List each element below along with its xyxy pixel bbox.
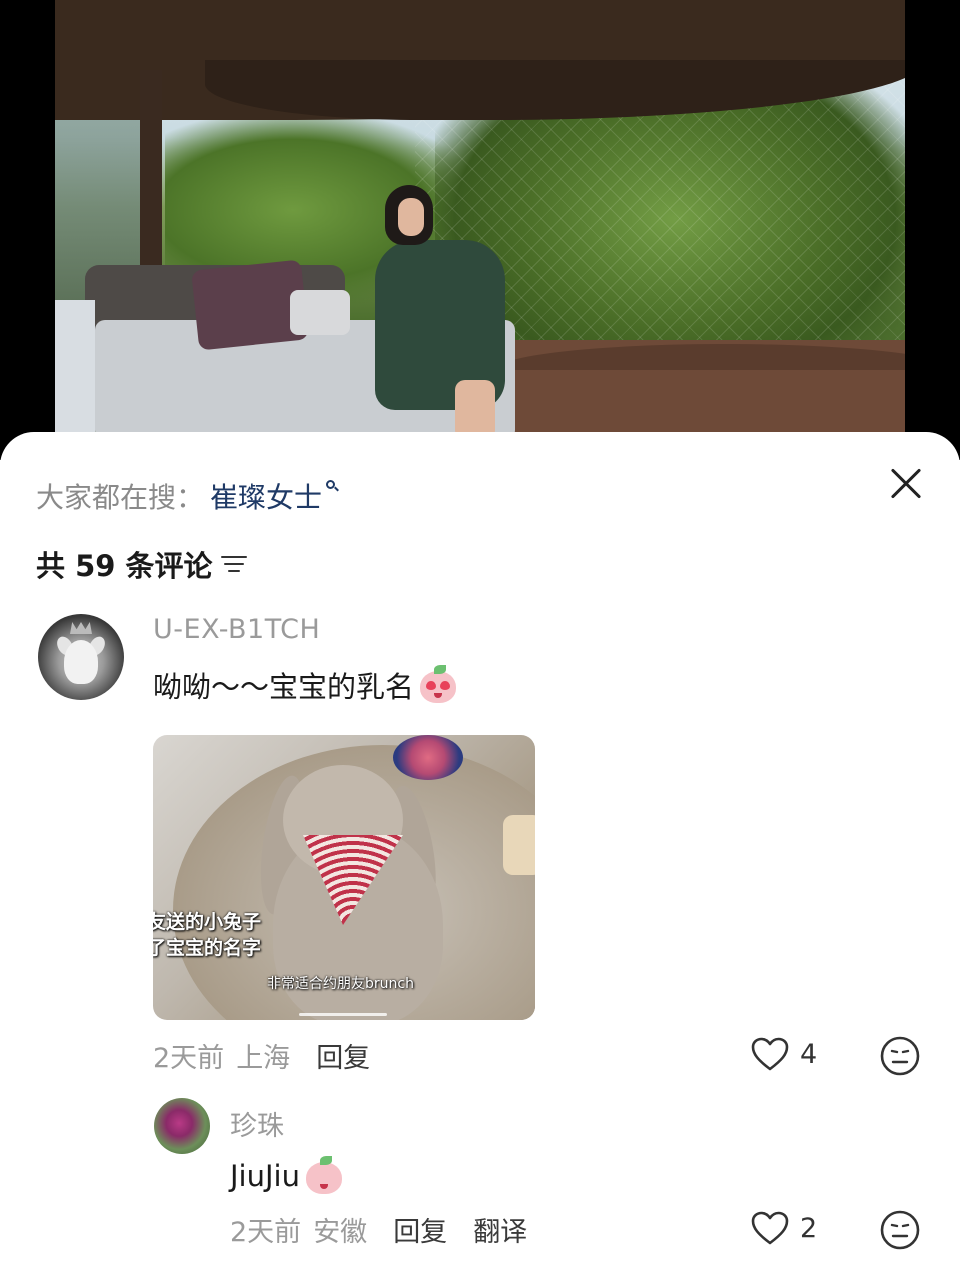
like-count: 4 [800, 1038, 818, 1070]
reaction-face-icon[interactable] [880, 1036, 920, 1076]
post-photo-area [0, 0, 960, 460]
translate-button[interactable]: 翻译 [473, 1210, 527, 1249]
comment-text: JiuJiu [230, 1156, 344, 1196]
comment-time: 2天前 [153, 1043, 225, 1074]
comments-count-label: 共 59 条评论 [36, 549, 213, 583]
photo-person-face [398, 198, 424, 236]
search-icon [326, 480, 340, 492]
image-cup [503, 815, 535, 875]
photo-chair [55, 300, 95, 440]
video-progress-bar [299, 1013, 387, 1016]
comment-time: 2天前 [230, 1217, 302, 1248]
photo-cushion-small [290, 290, 350, 335]
photo-person-leg [455, 380, 495, 440]
image-flower [393, 735, 463, 780]
reply-button[interactable]: 回复 [316, 1036, 370, 1075]
comment-username[interactable]: 珍珠 [230, 1104, 284, 1143]
like-button[interactable]: 2 [750, 1210, 817, 1246]
trending-search[interactable]: 大家都在搜： 崔璨女士 [36, 476, 340, 516]
sort-icon[interactable] [220, 554, 247, 574]
comment-meta: 2天前 安徽 回复 翻译 [230, 1210, 527, 1249]
comments-count: 共 59 条评论 [36, 544, 247, 584]
comment-image[interactable]: 友送的小兔子 了宝宝的名字 非常适合约朋友brunch [153, 735, 535, 1020]
comment-location: 上海 [236, 1043, 291, 1074]
heart-eyes-peach-emoji-icon [418, 665, 458, 705]
comment-text-content: JiuJiu [230, 1159, 300, 1193]
post-photo[interactable] [55, 0, 905, 460]
image-caption: 了宝宝的名字 [153, 937, 262, 959]
reply-button[interactable]: 回复 [393, 1210, 447, 1249]
comment-meta: 2天前 上海 回复 [153, 1036, 370, 1075]
like-count: 2 [800, 1212, 818, 1244]
heart-icon [750, 1036, 790, 1072]
trending-search-prefix: 大家都在搜： [36, 481, 205, 514]
avatar[interactable] [154, 1098, 210, 1154]
image-caption: 友送的小兔子 [153, 911, 262, 933]
like-button[interactable]: 4 [750, 1036, 817, 1072]
comment-username[interactable]: U-EX-B1TCH [153, 614, 320, 645]
trending-search-term[interactable]: 崔璨女士 [210, 476, 322, 516]
crown-icon [70, 622, 92, 634]
heart-icon [750, 1210, 790, 1246]
comments-sheet: 大家都在搜： 崔璨女士 共 59 条评论 U-EX-B1TCH 呦呦～～宝宝的乳… [0, 432, 960, 1274]
image-caption: 非常适合约朋友brunch [267, 976, 414, 992]
close-button[interactable] [888, 466, 924, 502]
comment-text-content: 呦呦～～宝宝的乳名 [153, 670, 415, 704]
avatar[interactable] [38, 614, 124, 700]
comment-text: 呦呦～～宝宝的乳名 [153, 664, 458, 706]
kiss-peach-emoji-icon [304, 1156, 344, 1196]
reaction-face-icon[interactable] [880, 1210, 920, 1250]
comment-location: 安徽 [313, 1217, 368, 1248]
